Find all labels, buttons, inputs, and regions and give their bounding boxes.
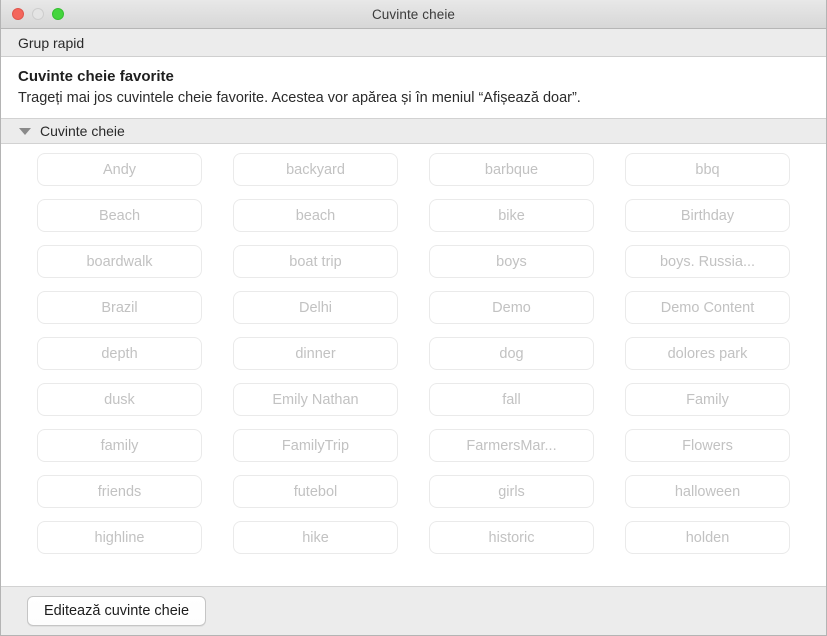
favorites-title: Cuvinte cheie favorite — [18, 68, 174, 85]
keyword-chip[interactable]: friends — [37, 475, 202, 508]
keyword-chip[interactable]: historic — [429, 521, 594, 554]
keyword-chip[interactable]: barbque — [429, 153, 594, 186]
keyword-chip[interactable]: depth — [37, 337, 202, 370]
quick-group-label: Grup rapid — [18, 34, 85, 51]
edit-keywords-button[interactable]: Editează cuvinte cheie — [27, 596, 207, 626]
keyword-chip[interactable]: girls — [429, 475, 594, 508]
keyword-chip[interactable]: hike — [233, 521, 398, 554]
keyword-chip[interactable]: bbq — [625, 153, 790, 186]
keyword-chip-grid: Andy backyard barbque bbq Beach beach bike Birt… — [1, 153, 826, 554]
keyword-chip[interactable]: Andy — [37, 153, 202, 186]
keywords-section-title: Cuvinte cheie — [40, 123, 125, 139]
keyword-chip[interactable]: futebol — [233, 475, 398, 508]
close-button-icon[interactable] — [12, 8, 24, 20]
traffic-light-group — [12, 0, 64, 28]
keyword-chip[interactable]: Delhi — [233, 291, 398, 324]
keyword-chip[interactable]: boys. Russia... — [625, 245, 790, 278]
keyword-chip[interactable]: fall — [429, 383, 594, 416]
keyword-chip[interactable]: dog — [429, 337, 594, 370]
keyword-chip[interactable]: family — [37, 429, 202, 462]
keyword-chip[interactable]: dolores park — [625, 337, 790, 370]
window-titlebar: Cuvinte cheie — [1, 0, 826, 29]
triangle-down-icon[interactable] — [19, 127, 31, 135]
favorites-description: Trageți mai jos cuvintele cheie favorite… — [18, 90, 581, 106]
keyword-chip[interactable]: Brazil — [37, 291, 202, 324]
keyword-chip[interactable]: beach — [233, 199, 398, 232]
minimize-button-icon[interactable] — [32, 8, 44, 20]
keyword-chip[interactable]: boat trip — [233, 245, 398, 278]
keyword-chip[interactable]: boardwalk — [37, 245, 202, 278]
keyword-chip[interactable]: halloween — [625, 475, 790, 508]
keyword-chip[interactable]: boys — [429, 245, 594, 278]
zoom-button-icon[interactable] — [52, 8, 64, 20]
keyword-chip[interactable]: highline — [37, 521, 202, 554]
keyword-chip[interactable]: Demo — [429, 291, 594, 324]
keyword-chip[interactable]: dusk — [37, 383, 202, 416]
keyword-chip[interactable]: Demo Content — [625, 291, 790, 324]
keyword-chip[interactable]: FamilyTrip — [233, 429, 398, 462]
keywords-scroll-area[interactable]: Andy backyard barbque bbq Beach beach bike Birt… — [1, 144, 826, 586]
keyword-chip[interactable]: Family — [625, 383, 790, 416]
keyword-chip[interactable]: Beach — [37, 199, 202, 232]
keyword-chip[interactable]: Flowers — [625, 429, 790, 462]
favorites-header: Cuvinte cheie favorite Trageți mai jos c… — [1, 57, 826, 118]
keyword-chip[interactable]: backyard — [233, 153, 398, 186]
keyword-chip[interactable]: Birthday — [625, 199, 790, 232]
keyword-chip[interactable]: bike — [429, 199, 594, 232]
keywords-section-header[interactable]: Cuvinte cheie — [1, 118, 826, 144]
quick-group-toolbar: Grup rapid — [1, 29, 826, 57]
window-bottom-bar: Editează cuvinte cheie — [1, 586, 826, 635]
keyword-chip[interactable]: holden — [625, 521, 790, 554]
keyword-chip[interactable]: FarmersMar... — [429, 429, 594, 462]
keyword-chip[interactable]: dinner — [233, 337, 398, 370]
keyword-chip[interactable]: Emily Nathan — [233, 383, 398, 416]
window-title: Cuvinte cheie — [371, 6, 456, 22]
keywords-window: Cuvinte cheie Grup rapid Cuvinte cheie f… — [0, 0, 827, 636]
